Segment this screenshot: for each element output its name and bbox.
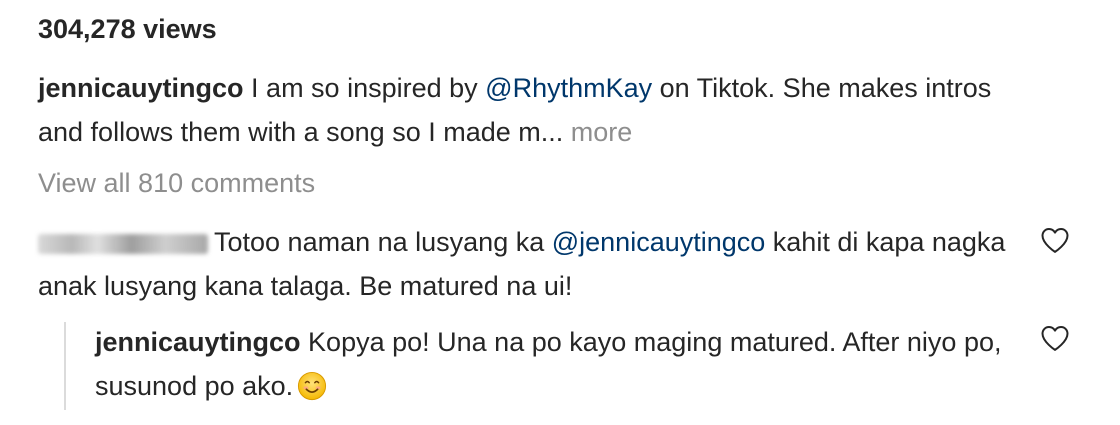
caption-username[interactable]: jennicauytingco — [38, 73, 244, 103]
post-caption: jennicauytingco I am so inspired by @Rhy… — [38, 66, 1038, 154]
comment-mention[interactable]: @jennicauytingco — [552, 227, 766, 257]
reply-item: jennicauytingco Kopya po! Una na po kayo… — [95, 320, 1035, 408]
comment-like-heart-icon[interactable] — [1040, 226, 1070, 254]
heart-outline-icon — [1041, 326, 1069, 351]
heart-outline-icon — [1041, 228, 1069, 253]
more-link[interactable]: more — [563, 117, 633, 147]
blurred-commenter-username[interactable] — [38, 233, 208, 254]
reply-like-heart-icon[interactable] — [1040, 324, 1070, 352]
view-all-comments-link[interactable]: View all 810 comments — [38, 168, 315, 199]
comment-item: Totoo naman na lusyang ka @jennicauyting… — [38, 220, 1038, 308]
caption-text-part-1: I am so inspired by — [243, 73, 486, 103]
reply-thread-line — [64, 322, 66, 410]
comment-text-part-1: Totoo naman na lusyang ka — [214, 227, 552, 257]
reply-username[interactable]: jennicauytingco — [95, 327, 301, 357]
caption-mention[interactable]: @RhythmKay — [485, 73, 652, 103]
smiling-face-emoji-icon — [297, 371, 327, 401]
view-count: 304,278 views — [38, 14, 217, 44]
